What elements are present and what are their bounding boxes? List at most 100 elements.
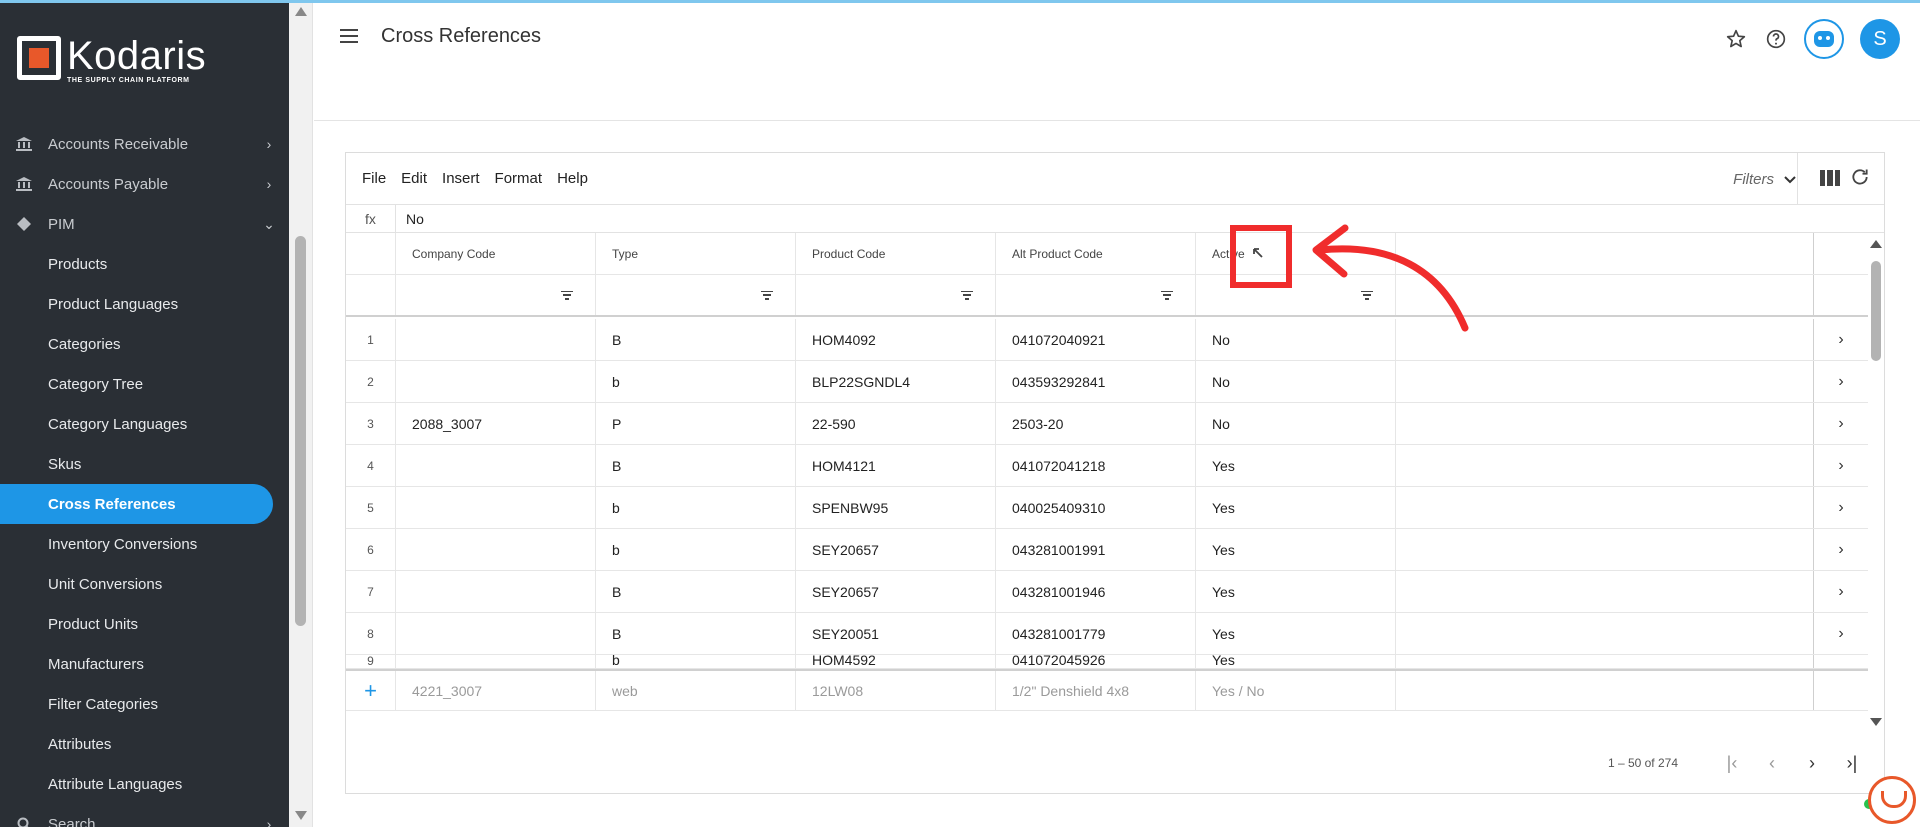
cell-type[interactable]: b: [596, 529, 796, 570]
sidebar-item-category-languages[interactable]: Category Languages: [0, 404, 289, 444]
cell-alt-product-code[interactable]: 041072041218: [996, 445, 1196, 486]
cell-active[interactable]: Yes: [1196, 487, 1396, 528]
new-alt-product-code-field[interactable]: 1/2" Denshield 4x8: [996, 671, 1196, 710]
cell-active[interactable]: No: [1196, 403, 1396, 444]
cell-product-code[interactable]: SPENBW95: [796, 487, 996, 528]
cell-product-code[interactable]: HOM4092: [796, 319, 996, 360]
scroll-down-arrow-icon[interactable]: [295, 811, 307, 820]
sidebar-item-skus[interactable]: Skus: [0, 444, 289, 484]
cell-alt-product-code[interactable]: 041072040921: [996, 319, 1196, 360]
cell-type[interactable]: b: [596, 655, 796, 668]
cell-active[interactable]: No: [1196, 361, 1396, 402]
column-header-type[interactable]: Type: [596, 233, 796, 274]
menu-insert[interactable]: Insert: [442, 170, 480, 187]
sidebar-item-products[interactable]: Products: [0, 244, 289, 284]
column-header-product-code[interactable]: Product Code: [796, 233, 996, 274]
cell-alt-product-code[interactable]: 040025409310: [996, 487, 1196, 528]
row-open-button[interactable]: ›: [1814, 403, 1868, 444]
new-type-field[interactable]: web: [596, 671, 796, 710]
filter-button-type[interactable]: [596, 275, 796, 315]
sidebar-item-accounts-payable[interactable]: Accounts Payable ›: [0, 164, 289, 204]
table-row[interactable]: 6 b SEY20657 043281001991 Yes ›: [346, 529, 1868, 571]
sidebar-item-attributes[interactable]: Attributes: [0, 724, 289, 764]
user-avatar[interactable]: S: [1860, 19, 1900, 59]
refresh-icon[interactable]: [1850, 167, 1870, 193]
table-row[interactable]: 7 B SEY20657 043281001946 Yes ›: [346, 571, 1868, 613]
new-row-input[interactable]: + 4221_3007 web 12LW08 1/2" Denshield 4x…: [346, 669, 1868, 711]
sidebar-item-categories[interactable]: Categories: [0, 324, 289, 364]
kodaris-logo[interactable]: Kodaris THE SUPPLY CHAIN PLATFORM: [17, 36, 206, 84]
cell-alt-product-code[interactable]: 043281001991: [996, 529, 1196, 570]
sidebar-item-manufacturers[interactable]: Manufacturers: [0, 644, 289, 684]
cell-product-code[interactable]: 22-590: [796, 403, 996, 444]
new-active-field[interactable]: Yes / No: [1196, 671, 1396, 710]
cell-alt-product-code[interactable]: 043281001946: [996, 571, 1196, 612]
cell-company-code[interactable]: [396, 529, 596, 570]
add-row-button[interactable]: +: [346, 671, 396, 710]
menu-file[interactable]: File: [362, 170, 386, 187]
columns-icon[interactable]: [1820, 170, 1840, 186]
row-open-button[interactable]: [1814, 655, 1868, 668]
cell-alt-product-code[interactable]: 041072045926: [996, 655, 1196, 668]
cell-company-code[interactable]: [396, 361, 596, 402]
row-open-button[interactable]: ›: [1814, 361, 1868, 402]
new-product-code-field[interactable]: 12LW08: [796, 671, 996, 710]
cell-type[interactable]: B: [596, 613, 796, 654]
cell-company-code[interactable]: [396, 319, 596, 360]
cell-alt-product-code[interactable]: 043281001779: [996, 613, 1196, 654]
scrollbar-thumb[interactable]: [295, 236, 306, 626]
cell-alt-product-code[interactable]: 043593292841: [996, 361, 1196, 402]
formula-input[interactable]: No: [396, 211, 424, 227]
filter-button-product-code[interactable]: [796, 275, 996, 315]
cell-type[interactable]: b: [596, 361, 796, 402]
cell-active[interactable]: Yes: [1196, 655, 1396, 668]
row-open-button[interactable]: ›: [1814, 613, 1868, 654]
new-company-code-field[interactable]: 4221_3007: [396, 671, 596, 710]
cell-company-code[interactable]: [396, 445, 596, 486]
sidebar-item-category-tree[interactable]: Category Tree: [0, 364, 289, 404]
grid-scrollbar[interactable]: [1868, 233, 1884, 733]
row-open-button[interactable]: ›: [1814, 487, 1868, 528]
cell-product-code[interactable]: SEY20657: [796, 529, 996, 570]
help-icon[interactable]: [1764, 27, 1788, 51]
scrollbar-thumb[interactable]: [1871, 261, 1881, 361]
menu-toggle-icon[interactable]: [340, 29, 358, 43]
table-row[interactable]: 1 B HOM4092 041072040921 No ›: [346, 319, 1868, 361]
cell-active[interactable]: Yes: [1196, 571, 1396, 612]
sidebar-item-search[interactable]: Search ›: [0, 804, 289, 827]
sidebar-scrollbar[interactable]: [289, 3, 313, 827]
cell-company-code[interactable]: [396, 655, 596, 668]
filters-dropdown[interactable]: Filters: [1733, 153, 1796, 205]
cell-type[interactable]: B: [596, 571, 796, 612]
table-row[interactable]: 8 B SEY20051 043281001779 Yes ›: [346, 613, 1868, 655]
cell-company-code[interactable]: [396, 571, 596, 612]
cell-type[interactable]: B: [596, 319, 796, 360]
prev-page-icon[interactable]: ‹: [1752, 753, 1792, 774]
menu-edit[interactable]: Edit: [401, 170, 427, 187]
cell-type[interactable]: b: [596, 487, 796, 528]
table-row[interactable]: 3 2088_3007 P 22-590 2503-20 No ›: [346, 403, 1868, 445]
sidebar-item-inventory-conversions[interactable]: Inventory Conversions: [0, 524, 289, 564]
corner-cell[interactable]: [346, 233, 396, 274]
sidebar-item-product-languages[interactable]: Product Languages: [0, 284, 289, 324]
cell-active[interactable]: Yes: [1196, 445, 1396, 486]
sidebar-item-product-units[interactable]: Product Units: [0, 604, 289, 644]
cell-company-code[interactable]: [396, 613, 596, 654]
row-open-button[interactable]: ›: [1814, 571, 1868, 612]
scroll-down-arrow-icon[interactable]: [1870, 718, 1882, 726]
sidebar-item-unit-conversions[interactable]: Unit Conversions: [0, 564, 289, 604]
filter-button-alt-product-code[interactable]: [996, 275, 1196, 315]
cell-company-code[interactable]: 2088_3007: [396, 403, 596, 444]
cell-product-code[interactable]: SEY20657: [796, 571, 996, 612]
sidebar-item-accounts-receivable[interactable]: Accounts Receivable ›: [0, 124, 289, 164]
sidebar-item-filter-categories[interactable]: Filter Categories: [0, 684, 289, 724]
table-row[interactable]: 4 B HOM4121 041072041218 Yes ›: [346, 445, 1868, 487]
star-icon[interactable]: [1724, 27, 1748, 51]
cell-active[interactable]: Yes: [1196, 613, 1396, 654]
assistant-bot-button[interactable]: [1804, 19, 1844, 59]
scroll-up-arrow-icon[interactable]: [295, 7, 307, 16]
filter-button-company-code[interactable]: [396, 275, 596, 315]
column-header-company-code[interactable]: Company Code: [396, 233, 596, 274]
sidebar-item-pim[interactable]: PIM ⌄: [0, 204, 289, 244]
cell-product-code[interactable]: HOM4121: [796, 445, 996, 486]
